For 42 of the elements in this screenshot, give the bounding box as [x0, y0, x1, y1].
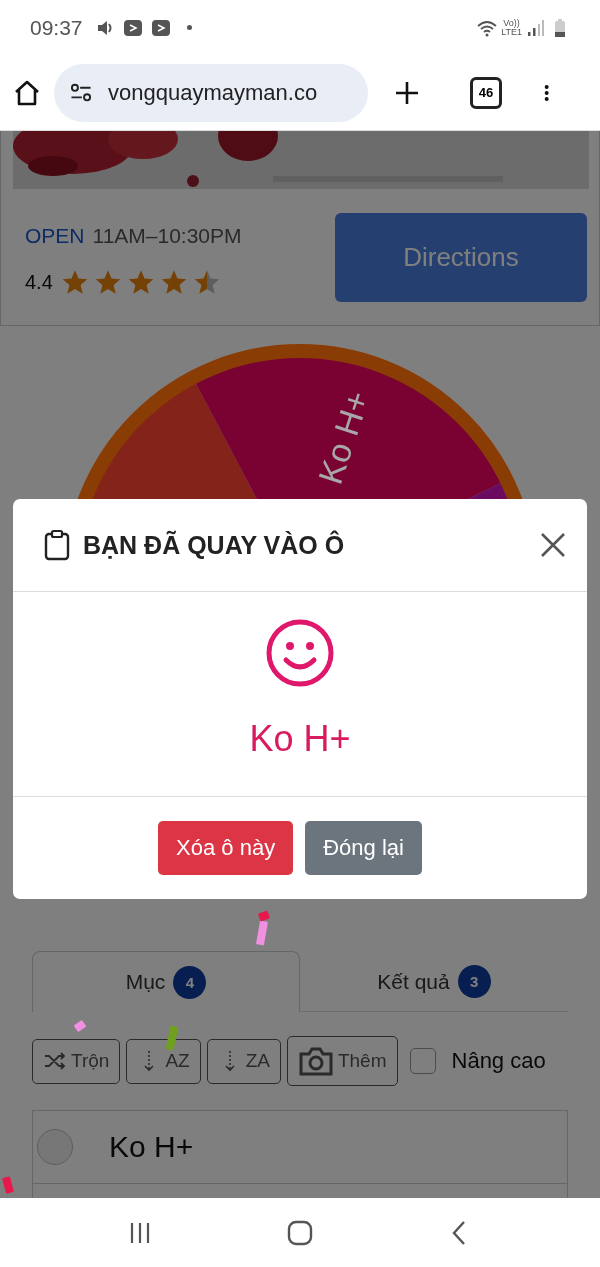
play-app-icon [122, 17, 143, 38]
delete-button[interactable]: Xóa ô này [158, 821, 294, 875]
star-icon [192, 268, 221, 296]
dialog-title: BẠN ĐÃ QUAY VÀO Ô [83, 530, 346, 560]
address-bar[interactable]: vongquaymayman.co [54, 63, 368, 122]
confetti-piece [73, 1019, 87, 1033]
close-button[interactable]: Đóng lại [305, 821, 422, 875]
star-icon [93, 268, 122, 296]
rating-value: 4.4 [25, 270, 53, 294]
count-badge: 4 [173, 965, 207, 999]
toolbar-button[interactable]: AZ [126, 1038, 201, 1084]
item-label: Ko H+ [109, 1130, 194, 1164]
smiley-icon [265, 618, 335, 688]
tab[interactable]: Kết quả 3 [300, 951, 568, 1011]
checkbox[interactable] [409, 1048, 436, 1074]
open-status: OPEN [25, 224, 85, 248]
directions-button[interactable]: Directions [335, 213, 587, 302]
count-badge: 3 [457, 965, 491, 998]
star-icon [159, 268, 188, 296]
result-text: Ko H+ [249, 718, 351, 760]
notification-dot [186, 25, 192, 30]
play-app-icon [150, 17, 171, 38]
tab-count-button[interactable]: 46 [470, 76, 502, 109]
clipboard-icon [43, 529, 71, 561]
toolbar-button[interactable]: ZA [206, 1038, 281, 1084]
star-icon [60, 268, 89, 296]
toolbar-button[interactable]: Thêm [286, 1036, 398, 1086]
volte-label: Vo)) [503, 18, 520, 28]
signal-icon [526, 17, 546, 38]
home-icon[interactable] [286, 1219, 314, 1247]
tab[interactable]: Mục 4 [32, 951, 300, 1012]
status-time: 09:37 [30, 15, 83, 40]
radio-button[interactable] [37, 1129, 73, 1165]
star-icon [126, 268, 155, 296]
confetti-piece [2, 1176, 14, 1194]
network-label: LTE1 [501, 27, 522, 37]
toolbar-button[interactable]: Trộn [32, 1038, 121, 1084]
url-text: vongquaymayman.co [108, 79, 318, 106]
opening-hours: 11AM–10:30PM [92, 224, 242, 248]
checkbox-label: Nâng cao [451, 1048, 546, 1074]
close-icon[interactable] [539, 531, 567, 559]
camera-icon [297, 1045, 334, 1077]
